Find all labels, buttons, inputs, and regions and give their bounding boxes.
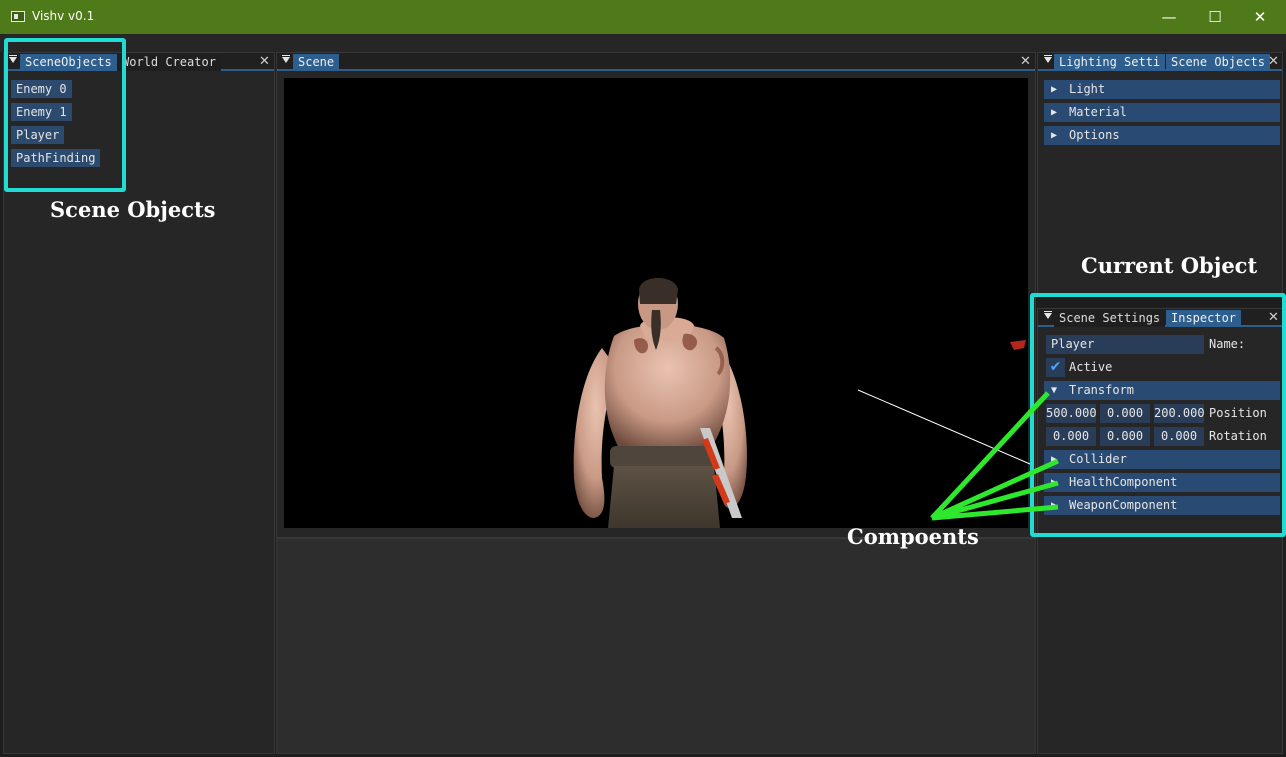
annotation-arrow — [930, 391, 1050, 520]
white-line — [857, 389, 1031, 465]
annotation-arrows — [857, 389, 1060, 521]
